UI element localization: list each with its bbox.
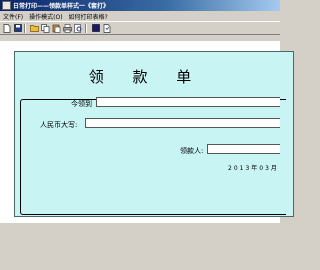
toolbar-separator bbox=[24, 23, 26, 33]
open-icon[interactable] bbox=[30, 24, 39, 33]
payee-field[interactable] bbox=[207, 144, 280, 154]
new-icon[interactable] bbox=[2, 23, 11, 33]
amount-label: 人民币大写: bbox=[40, 121, 78, 129]
menu-file[interactable]: 文件(F) bbox=[0, 12, 26, 21]
form-title: 领 款 单 bbox=[88, 68, 204, 86]
recipient-field[interactable] bbox=[96, 97, 280, 107]
title-bar: 日常打印——领款单样式一《套打》 bbox=[0, 0, 280, 11]
window-title: 日常打印——领款单样式一《套打》 bbox=[13, 3, 110, 10]
date-text: 2013年03月 bbox=[228, 165, 279, 172]
menu-how-to-print[interactable]: 如何打印表格? bbox=[66, 12, 111, 21]
app-icon bbox=[2, 1, 11, 10]
print-icon[interactable] bbox=[63, 23, 72, 33]
workspace: 领 款 单 今领到 人民币大写: 领款人: 2013年03月 bbox=[0, 35, 294, 270]
copy-icon[interactable] bbox=[41, 23, 50, 33]
print-page: 领 款 单 今领到 人民币大写: 领款人: 2013年03月 bbox=[0, 41, 294, 223]
stop-icon[interactable] bbox=[91, 24, 100, 33]
toolbar-separator bbox=[85, 23, 87, 33]
toolbar bbox=[0, 21, 280, 35]
menu-operation-mode[interactable]: 操作模式(O) bbox=[26, 12, 65, 21]
help-icon[interactable] bbox=[102, 23, 111, 33]
menu-bar: 文件(F) 操作模式(O) 如何打印表格? bbox=[0, 11, 280, 21]
print-preview-icon[interactable] bbox=[74, 23, 83, 33]
amount-field[interactable] bbox=[85, 118, 280, 128]
form-inner-border bbox=[20, 99, 286, 215]
payee-label: 领款人: bbox=[180, 147, 204, 155]
save-icon[interactable] bbox=[13, 24, 22, 33]
recipient-label: 今领到 bbox=[71, 100, 92, 108]
paste-icon[interactable] bbox=[52, 24, 61, 33]
